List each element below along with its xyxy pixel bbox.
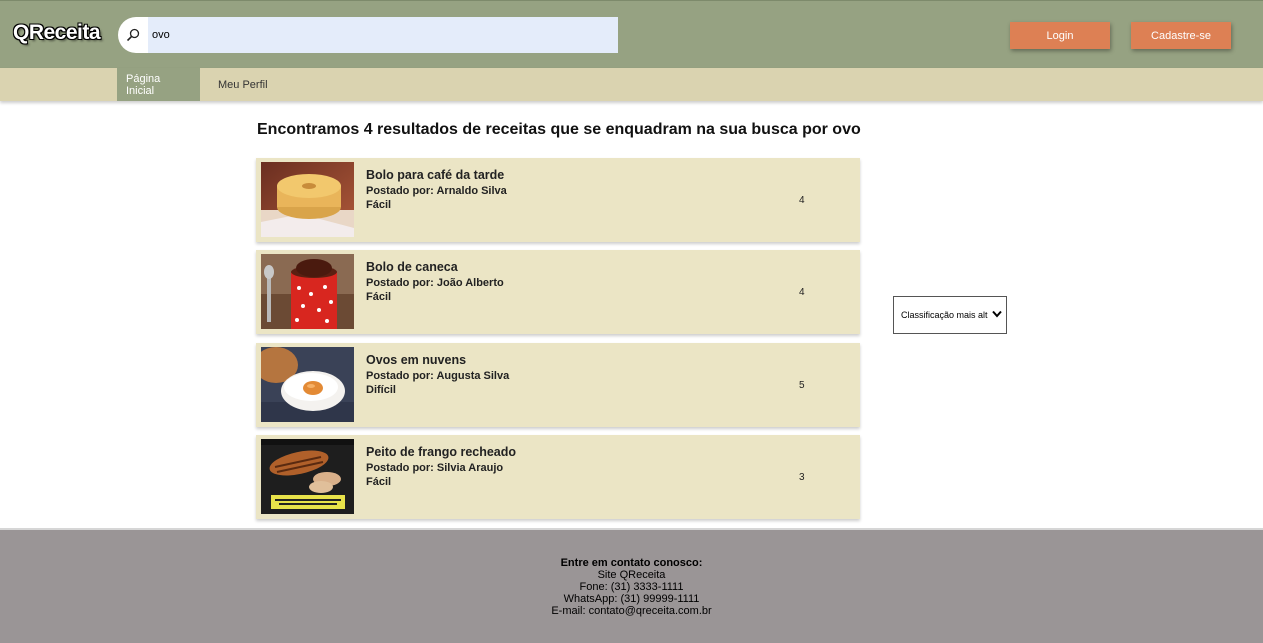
footer: Entre em contato conosco: Site QReceita …	[0, 528, 1263, 643]
recipe-title[interactable]: Ovos em nuvens	[366, 353, 466, 367]
recipe-difficulty: Fácil	[366, 199, 392, 211]
results-heading: Encontramos 4 resultados de receitas que…	[257, 121, 861, 138]
nav-bar: Página Inicial Meu Perfil	[0, 68, 1263, 101]
recipe-rating: 3	[799, 472, 805, 483]
recipe-title[interactable]: Bolo de caneca	[366, 260, 458, 274]
recipe-card[interactable]: Bolo de caneca Postado por: João Alberto…	[256, 250, 860, 334]
recipe-difficulty: Fácil	[366, 291, 392, 303]
recipe-difficulty: Difícil	[366, 384, 396, 396]
signup-button[interactable]: Cadastre-se	[1131, 22, 1231, 49]
recipe-rating: 4	[799, 287, 805, 298]
login-button[interactable]: Login	[1010, 22, 1110, 49]
nav-item-profile[interactable]: Meu Perfil	[209, 68, 277, 101]
site-logo[interactable]: QReceita	[13, 21, 101, 45]
stuffed-chicken-photo[interactable]	[261, 439, 354, 514]
footer-email: E-mail: contato@qreceita.com.br	[551, 605, 712, 617]
search-button[interactable]	[118, 17, 148, 53]
footer-whatsapp: WhatsApp: (31) 99999-1111	[563, 593, 700, 605]
recipe-card[interactable]: Ovos em nuvens Postado por: Augusta Silv…	[256, 343, 860, 427]
mug-cake-photo[interactable]	[261, 254, 354, 329]
recipe-card[interactable]: Peito de frango recheado Postado por: Si…	[256, 435, 860, 519]
recipe-author: Postado por: João Alberto	[366, 277, 504, 289]
recipe-title[interactable]: Bolo para café da tarde	[366, 168, 504, 182]
sort-select-value: Classificação mais alt	[901, 310, 988, 320]
top-header: QReceita Login Cadastre-se	[0, 0, 1263, 68]
recipe-title[interactable]: Peito de frango recheado	[366, 445, 516, 459]
recipe-author: Postado por: Silvia Araujo	[366, 462, 504, 474]
cloud-eggs-photo[interactable]	[261, 347, 354, 422]
recipe-author: Postado por: Augusta Silva	[366, 370, 510, 382]
recipe-difficulty: Fácil	[366, 476, 392, 488]
search-icon	[126, 28, 140, 42]
chevron-down-icon	[992, 310, 1002, 318]
recipe-rating: 4	[799, 195, 805, 206]
footer-heading: Entre em contato conosco:	[560, 557, 703, 569]
footer-site: Site QReceita	[597, 569, 666, 581]
recipe-card[interactable]: Bolo para café da tarde Postado por: Arn…	[256, 158, 860, 242]
cake-photo[interactable]	[261, 162, 354, 237]
recipe-author: Postado por: Arnaldo Silva	[366, 185, 507, 197]
sort-select[interactable]: Classificação mais alt	[893, 296, 1007, 334]
footer-phone: Fone: (31) 3333-1111	[579, 581, 684, 593]
search-bar	[118, 17, 618, 53]
search-input[interactable]	[148, 17, 618, 53]
recipe-rating: 5	[799, 380, 805, 391]
nav-item-home[interactable]: Página Inicial	[117, 68, 200, 101]
